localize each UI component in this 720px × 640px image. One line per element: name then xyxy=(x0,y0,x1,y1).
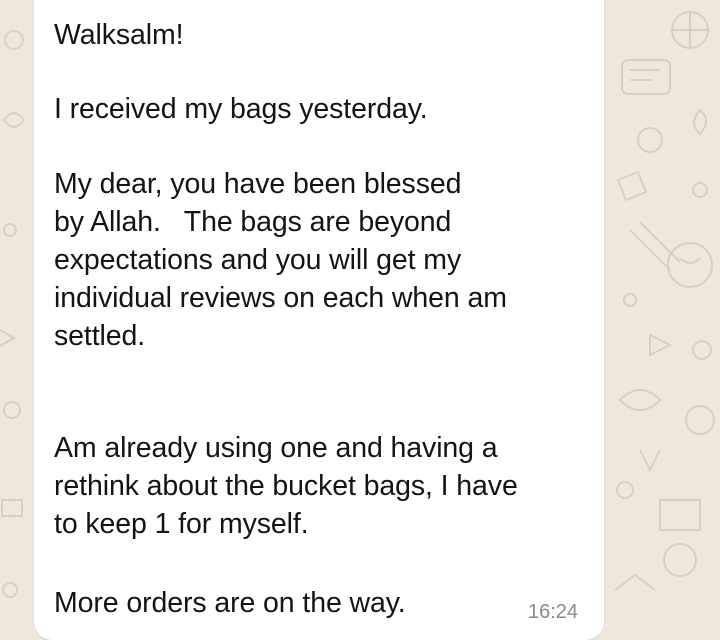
message-line-received: I received my bags yesterday. xyxy=(54,93,428,125)
message-paragraph-blessed: My dear, you have been blessed by Allah.… xyxy=(54,168,507,352)
message-greeting: Walksalm! xyxy=(54,19,184,51)
message-timestamp: 16:24 xyxy=(528,601,579,623)
message-paragraph-using: Am already using one and having a rethin… xyxy=(54,432,518,540)
message-line-orders: More orders are on the way. xyxy=(54,587,406,619)
